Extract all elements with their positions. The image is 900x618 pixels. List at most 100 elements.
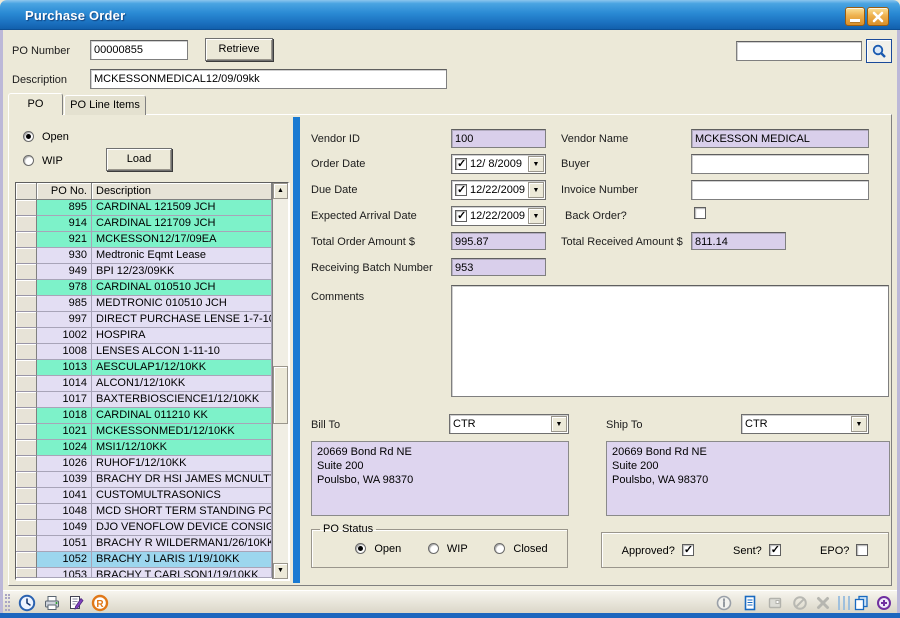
chevron-down-icon[interactable]: ▼: [528, 208, 544, 224]
table-row[interactable]: 1018CARDINAL 011210 KK: [16, 408, 272, 424]
row-selector[interactable]: [16, 216, 37, 232]
row-selector[interactable]: [16, 440, 37, 456]
flag-checkbox[interactable]: [769, 544, 781, 556]
ship-to-dropdown[interactable]: CTR ▼: [741, 414, 869, 434]
panel-splitter[interactable]: [293, 117, 300, 583]
row-selector[interactable]: [16, 280, 37, 296]
row-selector[interactable]: [16, 392, 37, 408]
total-received-field[interactable]: 811.14: [691, 232, 786, 250]
delete-button-disabled[interactable]: [815, 595, 833, 613]
row-selector[interactable]: [16, 568, 37, 578]
chevron-down-icon[interactable]: ▼: [528, 182, 544, 198]
info-button[interactable]: [716, 595, 734, 613]
table-row[interactable]: 930Medtronic Eqmt Lease: [16, 248, 272, 264]
total-order-amount-field[interactable]: 995.87: [451, 232, 546, 250]
record-badge-button[interactable]: R: [91, 594, 109, 612]
search-button[interactable]: [866, 39, 892, 63]
table-row[interactable]: 1026RUHOF1/12/10KK: [16, 456, 272, 472]
row-selector[interactable]: [16, 232, 37, 248]
header-row-selector[interactable]: [16, 183, 37, 200]
table-row[interactable]: 1039BRACHY DR HSI JAMES MCNULTY: [16, 472, 272, 488]
po-grid[interactable]: PO No. Description 895CARDINAL 121509 JC…: [15, 182, 289, 580]
row-selector[interactable]: [16, 472, 37, 488]
po-number-input[interactable]: [90, 40, 188, 60]
column-header-po-no[interactable]: PO No.: [37, 183, 92, 200]
buyer-input[interactable]: [691, 154, 869, 174]
table-row[interactable]: 1014ALCON1/12/10KK: [16, 376, 272, 392]
bill-to-dropdown[interactable]: CTR ▼: [449, 414, 569, 434]
row-selector[interactable]: [16, 552, 37, 568]
row-selector[interactable]: [16, 488, 37, 504]
order-date-picker[interactable]: 12/ 8/2009 ▼: [451, 154, 546, 174]
flag-approved[interactable]: Approved?: [622, 544, 694, 557]
table-row[interactable]: 1002HOSPIRA: [16, 328, 272, 344]
row-selector[interactable]: [16, 504, 37, 520]
description-input[interactable]: [90, 69, 447, 89]
tab-po[interactable]: PO: [8, 93, 63, 115]
table-row[interactable]: 1048MCD SHORT TERM STANDING PO: [16, 504, 272, 520]
table-row[interactable]: 1041CUSTOMULTRASONICS: [16, 488, 272, 504]
chevron-down-icon[interactable]: ▼: [551, 416, 567, 432]
table-row[interactable]: 978CARDINAL 010510 JCH: [16, 280, 272, 296]
chevron-down-icon[interactable]: ▼: [528, 156, 544, 172]
row-selector[interactable]: [16, 248, 37, 264]
table-row[interactable]: 997DIRECT PURCHASE LENSE 1-7-10: [16, 312, 272, 328]
expected-arrival-picker[interactable]: 12/22/2009 ▼: [451, 206, 546, 226]
clock-button[interactable]: [18, 594, 36, 612]
table-row[interactable]: 921MCKESSON12/17/09EA: [16, 232, 272, 248]
document-button[interactable]: [742, 595, 760, 613]
table-row[interactable]: 1051BRACHY R WILDERMAN1/26/10KK: [16, 536, 272, 552]
due-date-picker[interactable]: 12/22/2009 ▼: [451, 180, 546, 200]
row-selector[interactable]: [16, 264, 37, 280]
vendor-name-field[interactable]: MCKESSON MEDICAL: [691, 129, 869, 148]
filter-open-radio[interactable]: Open: [23, 131, 69, 143]
add-circle-button[interactable]: [876, 595, 894, 613]
card-button-disabled[interactable]: [767, 595, 785, 613]
minimize-button[interactable]: [845, 7, 865, 26]
po-status-radio-wip[interactable]: WIP: [428, 543, 468, 555]
table-row[interactable]: 1008LENSES ALCON 1-11-10: [16, 344, 272, 360]
load-button[interactable]: Load: [106, 148, 172, 171]
flag-checkbox[interactable]: [682, 544, 694, 556]
receiving-batch-field[interactable]: 953: [451, 258, 546, 276]
po-status-radio-open[interactable]: Open: [355, 543, 401, 555]
row-selector[interactable]: [16, 200, 37, 216]
table-row[interactable]: 1049DJO VENOFLOW DEVICE CONSIG: [16, 520, 272, 536]
row-selector[interactable]: [16, 376, 37, 392]
table-row[interactable]: 1053BRACHY T CARLSON1/19/10KK: [16, 568, 272, 578]
title-bar[interactable]: Purchase Order: [0, 0, 900, 30]
row-selector[interactable]: [16, 408, 37, 424]
due-date-checkbox[interactable]: [455, 184, 467, 196]
row-selector[interactable]: [16, 456, 37, 472]
filter-wip-radio[interactable]: WIP: [23, 155, 63, 167]
order-date-checkbox[interactable]: [455, 158, 467, 170]
expected-arrival-checkbox[interactable]: [455, 210, 467, 222]
table-row[interactable]: 1017BAXTERBIOSCIENCE1/12/10KK: [16, 392, 272, 408]
retrieve-button[interactable]: Retrieve: [205, 38, 273, 61]
table-row[interactable]: 895CARDINAL 121509 JCH: [16, 200, 272, 216]
row-selector[interactable]: [16, 360, 37, 376]
block-button-disabled[interactable]: [792, 595, 810, 613]
grid-scrollbar[interactable]: ▲ ▼: [272, 183, 288, 579]
comments-textarea[interactable]: [451, 285, 889, 397]
row-selector[interactable]: [16, 328, 37, 344]
search-input[interactable]: [736, 41, 862, 61]
po-status-radio-closed[interactable]: Closed: [494, 543, 547, 555]
edit-document-button[interactable]: [67, 594, 85, 612]
flag-sent[interactable]: Sent?: [733, 544, 781, 557]
table-row[interactable]: 1052BRACHY J LARIS 1/19/10KK: [16, 552, 272, 568]
flag-checkbox[interactable]: [856, 544, 868, 556]
column-header-description[interactable]: Description: [92, 183, 272, 200]
back-order-checkbox[interactable]: [694, 207, 706, 219]
tab-po-line-items[interactable]: PO Line Items: [64, 95, 146, 115]
scroll-up-button[interactable]: ▲: [273, 183, 288, 199]
table-row[interactable]: 914CARDINAL 121709 JCH: [16, 216, 272, 232]
close-button[interactable]: [867, 7, 889, 26]
vendor-id-field[interactable]: 100: [451, 129, 546, 148]
row-selector[interactable]: [16, 296, 37, 312]
row-selector[interactable]: [16, 424, 37, 440]
flag-epo[interactable]: EPO?: [820, 544, 868, 557]
copy-documents-button[interactable]: [853, 595, 871, 613]
invoice-number-input[interactable]: [691, 180, 869, 200]
table-row[interactable]: 1024MSI1/12/10KK: [16, 440, 272, 456]
